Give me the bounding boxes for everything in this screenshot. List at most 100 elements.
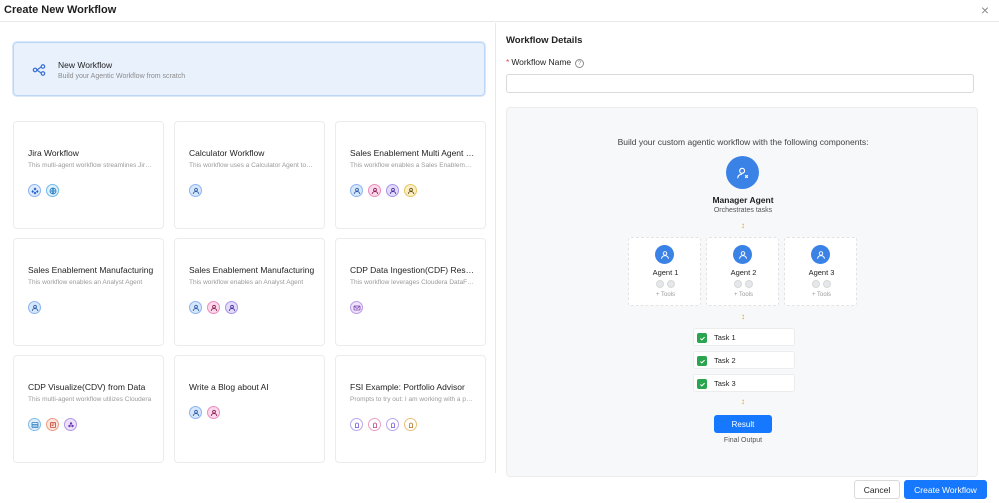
spreadsheet-icon <box>28 418 41 431</box>
tool-slots <box>734 280 753 288</box>
document-icon <box>46 418 59 431</box>
close-icon[interactable]: × <box>981 2 989 18</box>
connector-arrow-icon: ↕ <box>741 397 745 406</box>
template-card[interactable]: Sales Enablement Manufacturing This workf… <box>174 238 325 346</box>
modal-header: Create New Workflow × <box>0 0 999 22</box>
template-agent-icons <box>189 406 220 419</box>
template-card[interactable]: Sales Enablement Manufacturing This workf… <box>13 238 164 346</box>
template-card[interactable]: Write a Blog about AI <box>174 355 325 463</box>
modal-footer: Cancel Create Workflow <box>0 473 999 503</box>
advisor-agent-icon <box>404 418 417 431</box>
task-label: Task 2 <box>714 356 736 365</box>
task-item-3: Task 3 <box>693 374 795 392</box>
agent-avatar-icon <box>225 301 238 314</box>
template-title: Calculator Workflow <box>189 148 265 158</box>
final-output-label: Final Output <box>723 437 763 444</box>
template-title: Sales Enablement Manufacturing <box>28 265 154 275</box>
workflow-name-label: * Workflow Name? <box>506 57 585 68</box>
workflow-icon <box>32 63 46 77</box>
tool-slots <box>656 280 675 288</box>
agent-name: Agent 2 <box>730 268 757 277</box>
tool-slots <box>812 280 831 288</box>
template-card[interactable]: Sales Enablement Multi Agent Workflow Thi… <box>335 121 486 229</box>
template-card[interactable]: Jira Workflow This multi-agent workflow s… <box>13 121 164 229</box>
mail-icon <box>350 301 363 314</box>
agent-avatar-icon <box>404 184 417 197</box>
agent-icon <box>655 245 674 264</box>
manager-agent-name: Manager Agent <box>712 195 774 205</box>
workflow-diagram: Build your custom agentic workflow with … <box>506 107 978 477</box>
agent-avatar-icon <box>368 184 381 197</box>
agent-avatar-icon <box>189 301 202 314</box>
template-title: Sales Enablement Multi Agent Workflow <box>350 148 478 158</box>
agent-avatar-icon <box>386 184 399 197</box>
template-description: Prompts to try out: I am working with a … <box>350 396 474 403</box>
template-description: This workflow enables an Analyst Agent <box>28 279 143 286</box>
agent-avatar-icon <box>207 406 220 419</box>
task-item-1: Task 1 <box>693 328 795 346</box>
agent-name: Agent 1 <box>652 268 679 277</box>
add-tools-label: + Tools <box>733 292 754 298</box>
task-icon <box>697 333 707 343</box>
new-workflow-subtitle: Build your Agentic Workflow from scratch <box>58 73 186 80</box>
template-title: CDP Visualize(CDV) from Data <box>28 382 146 392</box>
template-title: Sales Enablement Manufacturing <box>189 265 315 275</box>
template-title: Write a Blog about AI <box>189 382 269 392</box>
agent-box-1: Agent 1 + Tools <box>628 237 701 306</box>
advisor-agent-icon <box>386 418 399 431</box>
template-description: This workflow leverages Cloudera DataFlo… <box>350 279 474 286</box>
template-agent-icons <box>28 184 59 197</box>
template-title: CDP Data Ingestion(CDF) Resource <box>350 265 478 275</box>
cluster-icon <box>64 418 77 431</box>
template-description: This multi-agent workflow streamlines Ji… <box>28 162 152 169</box>
new-workflow-card[interactable]: New Workflow Build your Agentic Workflow… <box>13 42 485 96</box>
template-description: This workflow enables an Analyst Agent <box>189 279 304 286</box>
template-agent-icons <box>28 418 77 431</box>
template-description: This multi-agent workflow utilizes Cloud… <box>28 396 152 403</box>
template-card[interactable]: Calculator Workflow This workflow uses a … <box>174 121 325 229</box>
agent-avatar-icon <box>189 406 202 419</box>
agent-icon <box>811 245 830 264</box>
new-workflow-title: New Workflow <box>58 60 113 70</box>
template-title: FSI Example: Portfolio Advisor <box>350 382 465 392</box>
details-title: Workflow Details <box>506 35 583 46</box>
agent-box-2: Agent 2 + Tools <box>706 237 779 306</box>
manager-agent-desc: Orchestrates tasks <box>713 207 773 214</box>
workflow-name-input[interactable] <box>506 74 974 93</box>
required-mark: * <box>506 57 510 67</box>
template-agent-icons <box>189 301 238 314</box>
advisor-agent-icon <box>350 418 363 431</box>
manager-agent-icon <box>726 156 759 189</box>
help-icon[interactable]: ? <box>575 59 585 68</box>
template-card[interactable]: CDP Visualize(CDV) from Data This multi-a… <box>13 355 164 463</box>
globe-icon <box>46 184 59 197</box>
connector-arrow-icon: ↕ <box>741 312 745 321</box>
template-agent-icons <box>350 418 417 431</box>
modal-title: Create New Workflow <box>4 4 117 16</box>
task-icon <box>697 379 707 389</box>
workflow-details-panel: Workflow Details * Workflow Name? Build y… <box>495 23 999 477</box>
template-title: Jira Workflow <box>28 148 79 158</box>
task-label: Task 1 <box>714 333 736 342</box>
agent-avatar-icon <box>28 301 41 314</box>
diagram-heading: Build your custom agentic workflow with … <box>617 137 869 147</box>
jira-icon <box>28 184 41 197</box>
template-card[interactable]: CDP Data Ingestion(CDF) Resource This wor… <box>335 238 486 346</box>
agent-icon <box>733 245 752 264</box>
workflow-name-label-text: Workflow Name <box>511 57 572 67</box>
agent-name: Agent 3 <box>808 268 835 277</box>
template-agent-icons <box>350 301 363 314</box>
template-agent-icons <box>28 301 41 314</box>
result-button[interactable]: Result <box>714 415 772 433</box>
cancel-button[interactable]: Cancel <box>854 480 900 499</box>
template-agent-icons <box>350 184 417 197</box>
agent-avatar-icon <box>350 184 363 197</box>
task-item-2: Task 2 <box>693 351 795 369</box>
template-card[interactable]: FSI Example: Portfolio Advisor Prompts to… <box>335 355 486 463</box>
create-workflow-button[interactable]: Create Workflow <box>904 480 987 499</box>
agent-avatar-icon <box>189 184 202 197</box>
advisor-agent-icon <box>368 418 381 431</box>
connector-arrow-icon: ↕ <box>741 221 745 230</box>
add-tools-label: + Tools <box>655 292 676 298</box>
agent-avatar-icon <box>207 301 220 314</box>
